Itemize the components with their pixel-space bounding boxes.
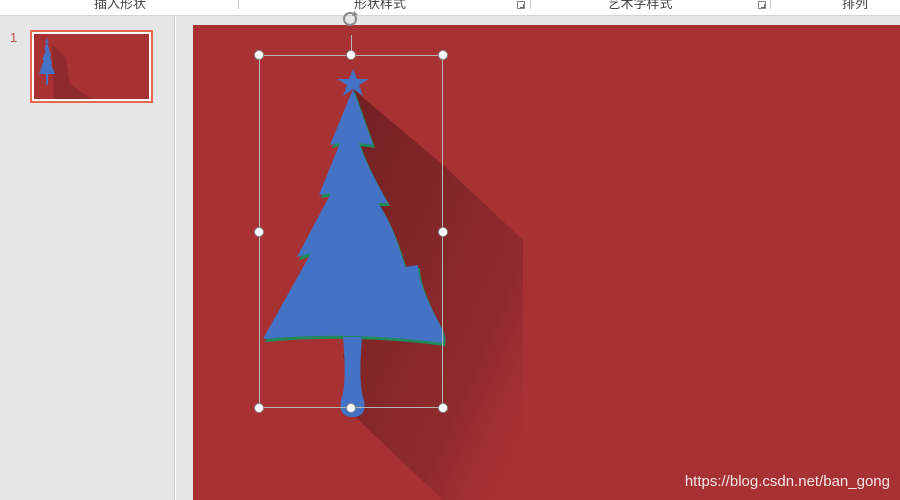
slide-number: 1 bbox=[10, 30, 18, 45]
slide-editing-canvas: https://blog.csdn.net/ban_gong bbox=[176, 11, 900, 500]
resize-handle-bottom-center[interactable] bbox=[346, 403, 356, 413]
resize-handle-top-center[interactable] bbox=[346, 50, 356, 60]
wordart-styles-dialog-launcher-icon[interactable] bbox=[758, 1, 766, 9]
rotate-handle-icon[interactable] bbox=[340, 9, 360, 29]
ribbon-group-insert-shapes: 插入形状 bbox=[93, 0, 146, 11]
ribbon-separator bbox=[238, 0, 239, 9]
ribbon-group-labels: 插入形状 形状样式 艺术字样式 排列 bbox=[0, 0, 900, 16]
resize-handle-top-left[interactable] bbox=[254, 50, 264, 60]
resize-handle-bottom-right[interactable] bbox=[438, 403, 448, 413]
resize-handle-top-right[interactable] bbox=[438, 50, 448, 60]
slide-thumbnail-preview bbox=[34, 34, 149, 99]
slide-1-canvas[interactable]: https://blog.csdn.net/ban_gong bbox=[193, 25, 900, 500]
ribbon-group-arrange: 排列 bbox=[841, 0, 868, 11]
resize-handle-middle-right[interactable] bbox=[438, 227, 448, 237]
slide-artwork bbox=[263, 69, 523, 500]
slide-thumbnail-pane: 1 bbox=[0, 16, 175, 500]
ribbon-separator bbox=[530, 0, 531, 9]
ribbon-group-wordart-styles: 艺术字样式 bbox=[607, 0, 673, 11]
ribbon-group-shape-styles: 形状样式 bbox=[353, 0, 406, 11]
rotate-handle-stem bbox=[351, 35, 352, 51]
slide-thumbnail-1[interactable] bbox=[30, 30, 153, 103]
ribbon-separator bbox=[770, 0, 771, 9]
resize-handle-middle-left[interactable] bbox=[254, 227, 264, 237]
watermark-text: https://blog.csdn.net/ban_gong bbox=[684, 473, 890, 490]
shape-styles-dialog-launcher-icon[interactable] bbox=[517, 1, 525, 9]
christmas-tree-thumbnail-icon bbox=[39, 38, 92, 99]
resize-handle-bottom-left[interactable] bbox=[254, 403, 264, 413]
